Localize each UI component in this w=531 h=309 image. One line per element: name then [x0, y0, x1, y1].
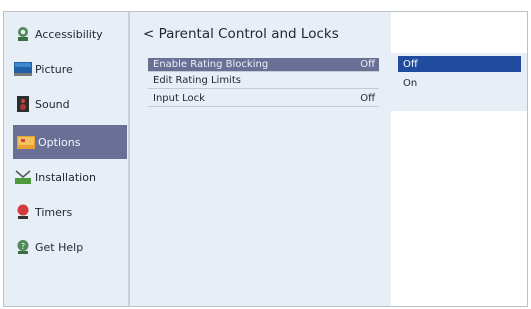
sidebar-item-label: Options: [38, 135, 81, 149]
value-picker-panel: Off On: [391, 53, 527, 111]
menu-row-label: Enable Rating Blocking: [153, 59, 269, 70]
menu-row-value: Off: [360, 93, 375, 104]
accessibility-icon: [14, 26, 32, 42]
divider: [148, 71, 379, 72]
menu-row-enable-rating-blocking[interactable]: Enable Rating Blocking Off: [148, 58, 379, 71]
option-on[interactable]: On: [398, 75, 521, 91]
picture-icon: [14, 61, 32, 77]
divider: [148, 88, 379, 89]
menu-row-input-lock[interactable]: Input Lock Off: [148, 92, 379, 105]
sidebar-item-timers[interactable]: Timers: [14, 200, 128, 224]
option-off[interactable]: Off: [398, 56, 521, 72]
sidebar-item-picture[interactable]: Picture: [14, 57, 128, 81]
sidebar: Accessibility Picture Sound Options Inst: [4, 12, 130, 306]
sidebar-item-accessibility[interactable]: Accessibility: [14, 22, 128, 46]
divider: [148, 106, 379, 107]
sidebar-item-installation[interactable]: Installation: [14, 165, 128, 189]
menu-row-label: Input Lock: [153, 93, 205, 104]
sidebar-item-options[interactable]: Options: [13, 125, 127, 159]
sound-icon: [14, 96, 32, 112]
menu-row-value: Off: [360, 59, 375, 70]
sidebar-item-get-help[interactable]: ? Get Help: [14, 235, 128, 259]
sidebar-item-label: Timers: [35, 205, 73, 219]
svg-text:?: ?: [21, 242, 25, 251]
sidebar-item-sound[interactable]: Sound: [14, 92, 128, 116]
sidebar-item-label: Sound: [35, 97, 70, 111]
value-picker: Off On: [391, 12, 527, 306]
sidebar-item-label: Installation: [35, 170, 96, 184]
main-panel: < Parental Control and Locks Enable Rati…: [130, 12, 391, 306]
sidebar-item-label: Picture: [35, 62, 73, 76]
sidebar-item-label: Accessibility: [35, 27, 103, 41]
help-icon: ?: [14, 239, 32, 255]
options-icon: [17, 134, 35, 150]
tv-settings-frame: Accessibility Picture Sound Options Inst: [3, 11, 528, 307]
sidebar-item-label: Get Help: [35, 240, 84, 254]
menu-row-edit-rating-limits[interactable]: Edit Rating Limits: [148, 74, 379, 87]
page-title[interactable]: < Parental Control and Locks: [143, 26, 339, 42]
installation-icon: [14, 169, 32, 185]
timers-icon: [14, 204, 32, 220]
menu-row-label: Edit Rating Limits: [153, 75, 241, 86]
